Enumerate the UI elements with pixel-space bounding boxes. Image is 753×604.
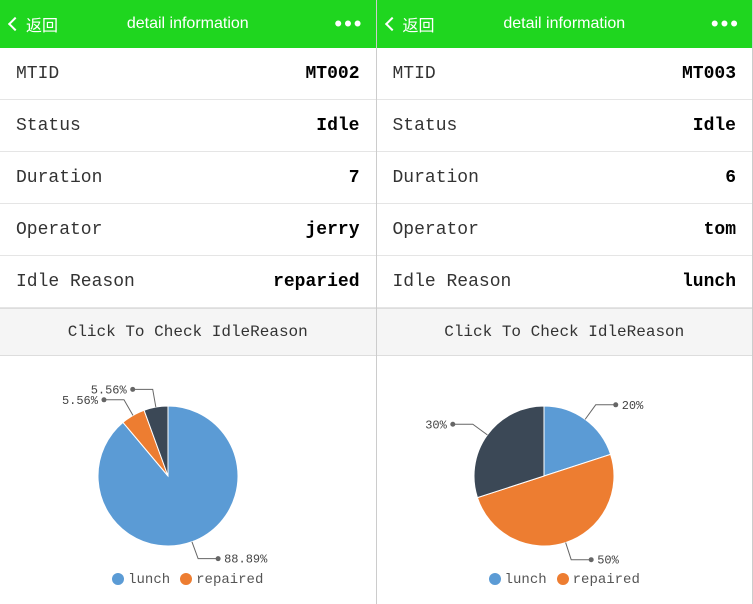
back-button[interactable]: 返回 <box>10 12 58 36</box>
value-operator: jerry <box>305 220 359 240</box>
label-operator: Operator <box>393 220 479 240</box>
value-mtid: MT002 <box>305 64 359 84</box>
row-idle-reason: Idle Reason reparied <box>0 256 376 308</box>
row-idle-reason: Idle Reason lunch <box>377 256 753 308</box>
label-idle-reason: Idle Reason <box>393 272 512 292</box>
row-duration: Duration 6 <box>377 152 753 204</box>
pie-label-other: 30% <box>425 418 447 432</box>
label-mtid: MTID <box>16 64 59 84</box>
legend-item-lunch: lunch <box>112 572 170 588</box>
row-mtid: MTID MT002 <box>0 48 376 100</box>
button-label: Click To Check IdleReason <box>68 323 308 341</box>
legend-item-repaired: repaired <box>180 572 263 588</box>
label-status: Status <box>393 116 458 136</box>
pie-label-lunch: 20% <box>622 399 644 413</box>
header: 返回 detail information ••• <box>0 0 376 48</box>
pie-chart: 88.89%5.56%5.56% <box>48 376 328 566</box>
chevron-left-icon <box>8 17 22 31</box>
panel-left: 返回 detail information ••• MTID MT002 Sta… <box>0 0 377 604</box>
chart-legend: lunch repaired <box>489 572 640 588</box>
row-duration: Duration 7 <box>0 152 376 204</box>
check-idle-reason-button[interactable]: Click To Check IdleReason <box>0 308 376 356</box>
pie-label-other: 5.56% <box>90 383 127 397</box>
pie-chart: 20% 50% 30% <box>424 376 704 566</box>
value-idle-reason: lunch <box>682 272 736 292</box>
label-duration: Duration <box>16 168 102 188</box>
row-status: Status Idle <box>377 100 753 152</box>
row-status: Status Idle <box>0 100 376 152</box>
check-idle-reason-button[interactable]: Click To Check IdleReason <box>377 308 753 356</box>
chart-area: 20% 50% 30% lunch repaired <box>377 356 753 604</box>
value-status: Idle <box>316 116 359 136</box>
more-button[interactable]: ••• <box>711 13 740 35</box>
legend-item-repaired: repaired <box>557 572 640 588</box>
label-mtid: MTID <box>393 64 436 84</box>
back-button[interactable]: 返回 <box>387 12 435 36</box>
label-duration: Duration <box>393 168 479 188</box>
chart-area: 88.89%5.56%5.56% lunchrepaired <box>0 356 376 604</box>
chart-legend: lunch repaired <box>112 572 263 588</box>
back-label: 返回 <box>403 12 435 36</box>
value-mtid: MT003 <box>682 64 736 84</box>
legend-item-lunch: lunch <box>489 572 547 588</box>
row-operator: Operator jerry <box>0 204 376 256</box>
button-label: Click To Check IdleReason <box>444 323 684 341</box>
value-duration: 7 <box>349 168 360 188</box>
label-operator: Operator <box>16 220 102 240</box>
label-status: Status <box>16 116 81 136</box>
row-mtid: MTID MT003 <box>377 48 753 100</box>
header: 返回 detail information ••• <box>377 0 753 48</box>
more-button[interactable]: ••• <box>334 13 363 35</box>
app-container: 返回 detail information ••• MTID MT002 Sta… <box>0 0 753 604</box>
label-idle-reason: Idle Reason <box>16 272 135 292</box>
value-operator: tom <box>704 220 736 240</box>
panel-right: 返回 detail information ••• MTID MT003 Sta… <box>377 0 753 604</box>
back-label: 返回 <box>26 12 58 36</box>
row-operator: Operator tom <box>377 204 753 256</box>
pie-label-lunch: 88.89% <box>224 553 268 566</box>
value-status: Idle <box>693 116 736 136</box>
value-idle-reason: reparied <box>273 272 359 292</box>
value-duration: 6 <box>725 168 736 188</box>
chevron-left-icon <box>384 17 398 31</box>
pie-label-repaired: 50% <box>597 554 619 566</box>
